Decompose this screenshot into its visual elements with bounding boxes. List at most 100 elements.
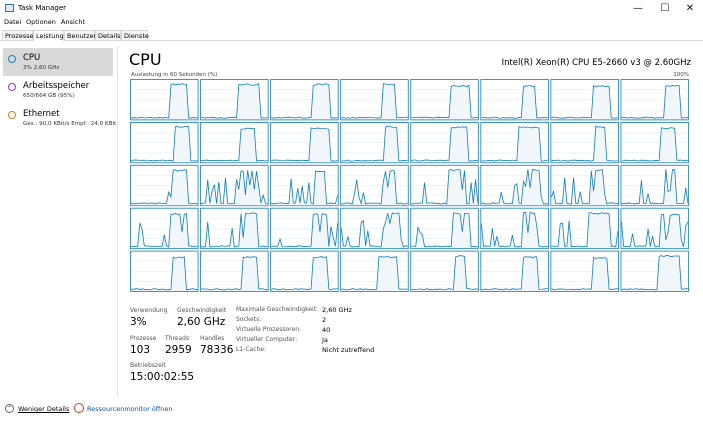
logical-processor-graph [270, 164, 339, 207]
tab-prozesse[interactable]: Prozesse [2, 30, 34, 40]
footer-bar: ⌃ Weniger Details Ressourcenmonitor öffn… [0, 399, 703, 422]
detail-value: 40 [322, 326, 331, 334]
threads-label: Threads [165, 335, 190, 342]
logical-processor-graph [480, 250, 549, 292]
sidebar-item-label: CPU [23, 53, 41, 63]
logical-processor-graph [270, 122, 339, 164]
logical-processor-graph [550, 164, 619, 207]
resource-monitor-icon [74, 403, 84, 413]
tab-dienste[interactable]: Dienste [121, 30, 149, 40]
minimize-button[interactable]: — [625, 0, 651, 17]
speed-label: Geschwindigkeit [177, 307, 227, 314]
detail-key: L1-Cache: [236, 346, 267, 353]
ethernet-ring-icon [8, 111, 16, 119]
logical-processor-graph [130, 122, 199, 164]
logical-processor-graph [130, 79, 199, 121]
logical-processor-graph [410, 122, 479, 164]
handles-label: Handles [200, 335, 225, 342]
cpu-ring-icon [8, 55, 16, 63]
sidebar-item-ethernet[interactable]: Ethernet Ges.: 90,0 KBit/s Empf.: 24,0 K… [3, 104, 117, 132]
resource-sidebar: CPU 3% 2,60 GHz Arbeitsspeicher 650/664 … [0, 46, 118, 396]
close-button[interactable]: ✕ [677, 0, 703, 17]
sidebar-item-memory[interactable]: Arbeitsspeicher 650/664 GB (95%) [3, 76, 113, 104]
logical-processor-graph [340, 250, 409, 292]
menu-optionen[interactable]: Optionen [26, 18, 56, 26]
title-bar: Task Manager — ☐ ✕ [0, 0, 703, 17]
sidebar-item-label: Ethernet [23, 109, 60, 119]
logical-processor-graph [130, 250, 199, 292]
logical-processor-graph [200, 122, 269, 164]
detail-value: 2,60 GHz [322, 306, 352, 314]
detail-value: Ja [322, 336, 328, 344]
sidebar-item-value: Ges.: 90,0 KBit/s Empf.: 24,0 KBit [23, 121, 117, 127]
detail-key: Sockets: [236, 316, 262, 323]
tab-leistung[interactable]: Leistung [33, 30, 64, 41]
uptime-value: 15:00:02:55 [130, 371, 195, 383]
logical-processor-graph [200, 207, 269, 249]
handles-value: 78336 [200, 344, 234, 356]
tab-details[interactable]: Details [95, 30, 121, 40]
logical-processor-graph [410, 164, 479, 207]
logical-processor-graph [620, 207, 689, 249]
logical-processor-graph [410, 207, 479, 249]
graph-axis-label: Auslastung in 60 Sekunden (%) [131, 72, 218, 78]
sidebar-item-cpu[interactable]: CPU 3% 2,60 GHz [3, 48, 113, 76]
menu-ansicht[interactable]: Ansicht [61, 18, 85, 26]
cpu-graph-grid [130, 79, 689, 292]
cpu-stats: Verwendung 3% Geschwindigkeit 2,60 GHz P… [130, 304, 690, 394]
window-title: Task Manager [18, 4, 67, 12]
sidebar-item-value: 3% 2,60 GHz [23, 65, 60, 71]
tab-bar: Prozesse Leistung Benutzer Details Diens… [0, 29, 703, 41]
detail-value: 2 [322, 316, 327, 324]
logical-processor-graph [200, 164, 269, 207]
logical-processor-graph [620, 122, 689, 164]
logical-processor-graph [410, 250, 479, 292]
usage-value: 3% [130, 316, 147, 328]
detail-value: Nicht zutreffend [322, 346, 375, 354]
tab-benutzer[interactable]: Benutzer [64, 30, 96, 40]
memory-ring-icon [8, 83, 16, 91]
logical-processor-graph [200, 250, 269, 292]
open-resource-monitor-link[interactable]: Ressourcenmonitor öffnen [87, 405, 173, 413]
processes-label: Prozesse [130, 335, 157, 342]
uptime-label: Betriebszeit [130, 362, 166, 369]
chevron-up-icon[interactable]: ⌃ [5, 404, 14, 413]
maximize-button[interactable]: ☐ [652, 0, 678, 17]
logical-processor-graph [130, 164, 199, 207]
logical-processor-graph [480, 164, 549, 207]
logical-processor-graph [340, 122, 409, 164]
logical-processor-graph [480, 79, 549, 121]
speed-value: 2,60 GHz [177, 316, 226, 328]
threads-value: 2959 [165, 344, 192, 356]
logical-processor-graph [200, 79, 269, 121]
logical-processor-graph [550, 79, 619, 121]
logical-processor-graph [340, 79, 409, 121]
graph-axis-max: 100% [673, 72, 689, 78]
logical-processor-graph [550, 207, 619, 249]
logical-processor-graph [340, 207, 409, 249]
detail-key: Virtuelle Prozessoren: [236, 326, 302, 333]
task-manager-icon [5, 4, 14, 12]
detail-key: Virtueller Computer: [236, 336, 298, 343]
sidebar-item-label: Arbeitsspeicher [23, 81, 90, 91]
logical-processor-graph [340, 164, 409, 207]
fewer-details-link[interactable]: Weniger Details [18, 405, 69, 413]
menu-datei[interactable]: Datei [4, 18, 21, 26]
logical-processor-graph [620, 79, 689, 121]
logical-processor-graph [270, 250, 339, 292]
logical-processor-graph [480, 122, 549, 164]
logical-processor-graph [130, 207, 199, 249]
cpu-model-name: Intel(R) Xeon(R) CPU E5-2660 v3 @ 2.60GH… [501, 58, 691, 68]
logical-processor-graph [620, 250, 689, 292]
usage-label: Verwendung [130, 307, 168, 314]
sidebar-item-value: 650/664 GB (95%) [23, 93, 75, 99]
logical-processor-graph [620, 164, 689, 207]
logical-processor-graph [410, 79, 479, 121]
logical-processor-graph [270, 207, 339, 249]
logical-processor-graph [480, 207, 549, 249]
detail-key: Maximale Geschwindigkeit: [236, 306, 319, 313]
menu-bar: Datei Optionen Ansicht [0, 17, 703, 29]
logical-processor-graph [270, 79, 339, 121]
logical-processor-graph [550, 122, 619, 164]
page-title: CPU [129, 50, 162, 69]
